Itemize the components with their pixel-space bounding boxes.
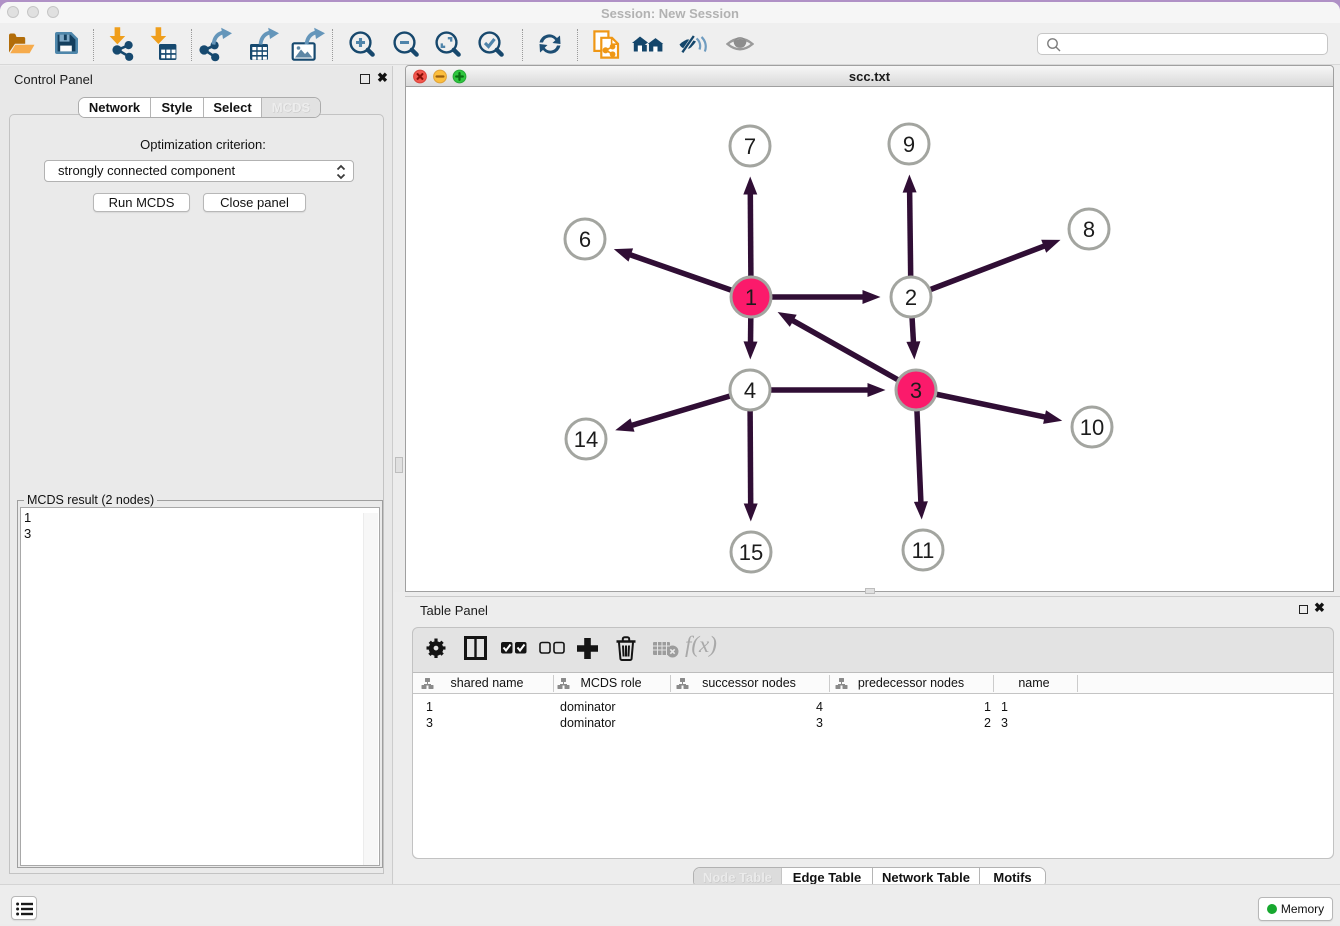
svg-text:8: 8 xyxy=(1083,217,1095,242)
svg-text:15: 15 xyxy=(739,540,763,565)
svg-text:7: 7 xyxy=(744,134,756,159)
svg-text:10: 10 xyxy=(1080,415,1104,440)
svg-text:3: 3 xyxy=(910,378,922,403)
svg-text:9: 9 xyxy=(903,132,915,157)
svg-text:14: 14 xyxy=(574,427,598,452)
svg-text:1: 1 xyxy=(745,285,757,310)
svg-text:4: 4 xyxy=(744,378,756,403)
svg-text:11: 11 xyxy=(912,538,935,563)
svg-text:2: 2 xyxy=(905,285,917,310)
svg-text:6: 6 xyxy=(579,227,591,252)
